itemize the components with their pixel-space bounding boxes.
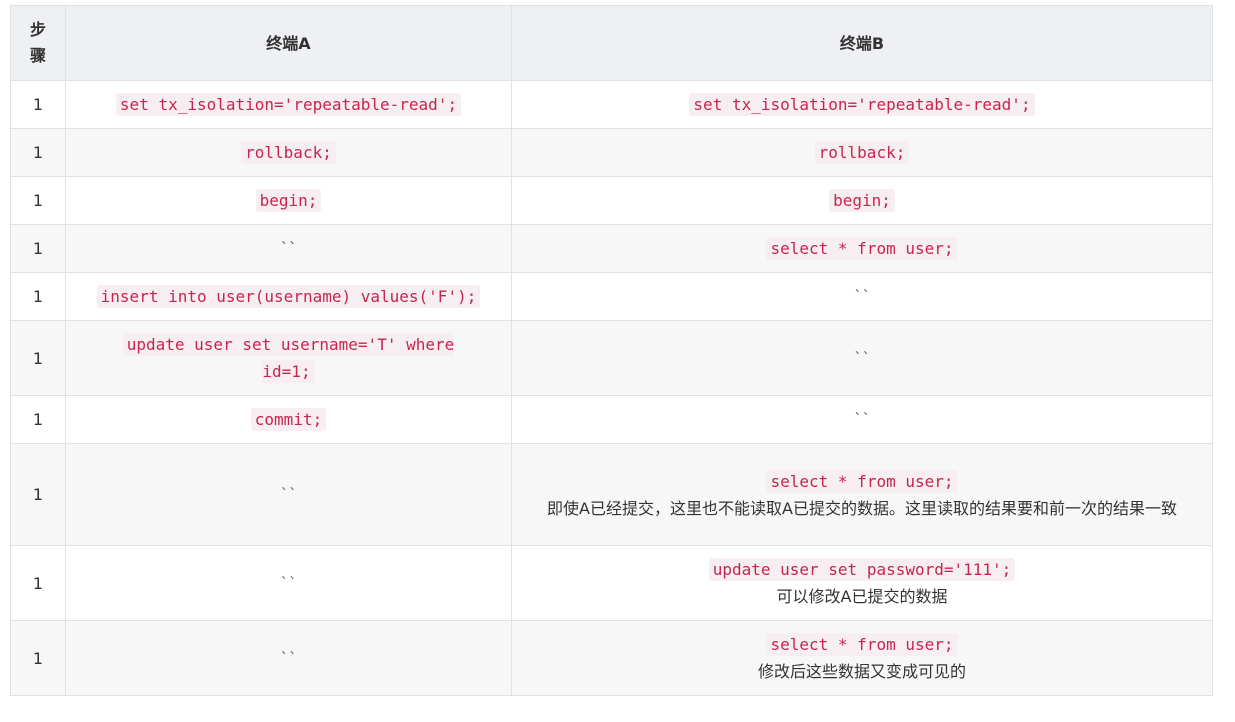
step-cell: 1	[10, 620, 66, 696]
empty-marker: ``	[853, 350, 871, 367]
table-row: 1 update user set username='T' where id=…	[10, 320, 1213, 396]
terminal-a-cell: ``	[65, 224, 512, 273]
sql-code: set tx_isolation='repeatable-read';	[689, 93, 1035, 116]
note-text: 修改后这些数据又变成可见的	[757, 662, 966, 681]
terminal-b-cell: select * from user;	[511, 224, 1213, 273]
terminal-b-cell: rollback;	[511, 128, 1213, 177]
sql-code: rollback;	[814, 141, 910, 164]
note-text: 可以修改A已提交的数据	[776, 587, 948, 606]
table-row: 1 `` update user set password='111'; 可以修…	[10, 545, 1213, 621]
terminal-b-cell: select * from user; 修改后这些数据又变成可见的	[511, 620, 1213, 696]
terminal-b-cell: ``	[511, 395, 1213, 444]
sql-code: select * from user;	[766, 469, 958, 493]
sql-code: insert into user(username) values('F');	[96, 285, 481, 308]
table-row: 1 commit; ``	[10, 395, 1213, 444]
terminal-b-cell: ``	[511, 320, 1213, 396]
terminal-a-cell: insert into user(username) values('F');	[65, 272, 512, 321]
table-row: 1 rollback; rollback;	[10, 128, 1213, 177]
empty-marker: ``	[280, 241, 297, 257]
table-row: 1 `` select * from user; 修改后这些数据又变成可见的	[10, 620, 1213, 696]
terminal-a-cell: ``	[65, 620, 512, 696]
sql-code: set tx_isolation='repeatable-read';	[115, 93, 462, 116]
note-text: 即使A已经提交，这里也不能读取A已提交的数据。这里读取的结果要和前一次的结果一致	[547, 498, 1177, 518]
step-cell: 1	[10, 176, 66, 225]
table-row: 1 `` select * from user; 即使A已经提交，这里也不能读取…	[10, 443, 1213, 546]
empty-marker: ``	[853, 289, 871, 305]
terminal-a-cell: commit;	[65, 395, 512, 444]
transaction-table-container: 步骤 终端A 终端B 1 set tx_isolation='repeatabl…	[10, 5, 1213, 696]
empty-marker: ``	[280, 650, 297, 667]
step-cell: 1	[10, 272, 66, 321]
table-row: 1 begin; begin;	[10, 176, 1213, 225]
empty-marker: ``	[280, 575, 297, 592]
header-step: 步骤	[10, 5, 66, 81]
step-cell: 1	[10, 224, 66, 273]
terminal-b-cell: set tx_isolation='repeatable-read';	[511, 80, 1213, 129]
sql-code: update user set username='T' where id=1;	[122, 333, 455, 383]
step-cell: 1	[10, 80, 66, 129]
terminal-a-cell: set tx_isolation='repeatable-read';	[65, 80, 512, 129]
step-cell: 1	[10, 545, 66, 621]
terminal-b-cell: ``	[511, 272, 1213, 321]
terminal-a-cell: ``	[65, 545, 512, 621]
terminal-b-cell: update user set password='111'; 可以修改A已提交…	[511, 545, 1213, 621]
sql-code: rollback;	[241, 141, 336, 164]
header-terminal-b: 终端B	[511, 5, 1213, 81]
table-row: 1 insert into user(username) values('F')…	[10, 272, 1213, 321]
terminal-a-cell: rollback;	[65, 128, 512, 177]
table-row: 1 `` select * from user;	[10, 224, 1213, 273]
table-header-row: 步骤 终端A 终端B	[10, 5, 1213, 81]
sql-code: begin;	[829, 189, 895, 212]
step-cell: 1	[10, 128, 66, 177]
sql-code: select * from user;	[766, 633, 958, 656]
terminal-b-cell: begin;	[511, 176, 1213, 225]
sql-code: update user set password='111';	[708, 558, 1016, 581]
terminal-a-cell: ``	[65, 443, 512, 546]
terminal-b-cell: select * from user; 即使A已经提交，这里也不能读取A已提交的…	[511, 443, 1213, 546]
sql-code: begin;	[255, 189, 322, 212]
empty-marker: ``	[853, 412, 871, 428]
step-cell: 1	[10, 320, 66, 396]
step-cell: 1	[10, 395, 66, 444]
terminal-a-cell: begin;	[65, 176, 512, 225]
table-row: 1 set tx_isolation='repeatable-read'; se…	[10, 80, 1213, 129]
sql-code: select * from user;	[766, 237, 958, 260]
transaction-steps-table: 步骤 终端A 终端B 1 set tx_isolation='repeatabl…	[10, 5, 1213, 696]
empty-marker: ``	[280, 487, 297, 503]
sql-code: commit;	[250, 408, 327, 431]
terminal-a-cell: update user set username='T' where id=1;	[65, 320, 512, 396]
step-cell: 1	[10, 443, 66, 546]
header-terminal-a: 终端A	[65, 5, 512, 81]
